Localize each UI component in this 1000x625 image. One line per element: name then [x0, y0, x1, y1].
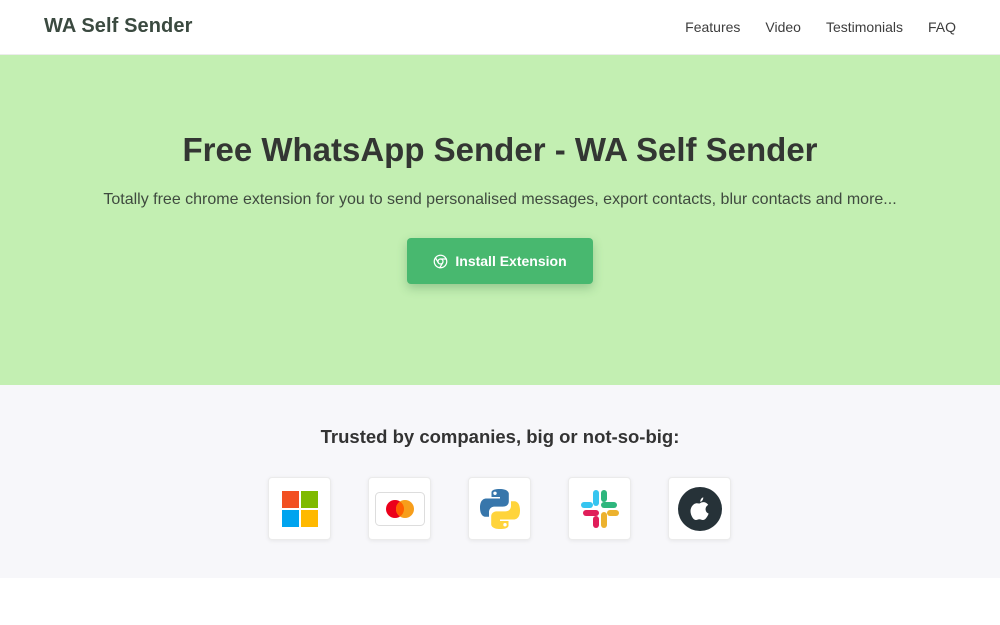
slack-logo-icon [580, 489, 619, 528]
hero-section: Free WhatsApp Sender - WA Self Sender To… [0, 55, 1000, 385]
hero-subtitle: Totally free chrome extension for you to… [103, 191, 897, 208]
hero-title: Free WhatsApp Sender - WA Self Sender [182, 131, 818, 168]
chrome-icon [433, 254, 448, 269]
nav-item-faq[interactable]: FAQ [928, 19, 956, 35]
mastercard-logo-card [368, 477, 431, 540]
nav-item-features[interactable]: Features [685, 19, 740, 35]
microsoft-logo-icon [281, 490, 318, 527]
install-extension-button[interactable]: Install Extension [407, 238, 593, 284]
company-logo-row [268, 477, 731, 540]
python-logo-icon [479, 488, 520, 529]
slack-logo-card [568, 477, 631, 540]
mastercard-logo-icon [374, 491, 425, 526]
python-logo-card [468, 477, 531, 540]
trusted-title: Trusted by companies, big or not-so-big: [320, 426, 680, 447]
nav-item-video[interactable]: Video [765, 19, 801, 35]
nav-item-testimonials[interactable]: Testimonials [826, 19, 903, 35]
microsoft-logo-card [268, 477, 331, 540]
apple-logo-icon [677, 486, 722, 531]
apple-logo-card [668, 477, 731, 540]
brand-logo-link[interactable]: WA Self Sender [44, 15, 192, 38]
trusted-by-section: Trusted by companies, big or not-so-big: [0, 385, 1000, 578]
install-extension-label: Install Extension [455, 253, 567, 269]
main-nav: Features Video Testimonials FAQ [685, 19, 956, 35]
top-navbar: WA Self Sender Features Video Testimonia… [0, 0, 1000, 55]
